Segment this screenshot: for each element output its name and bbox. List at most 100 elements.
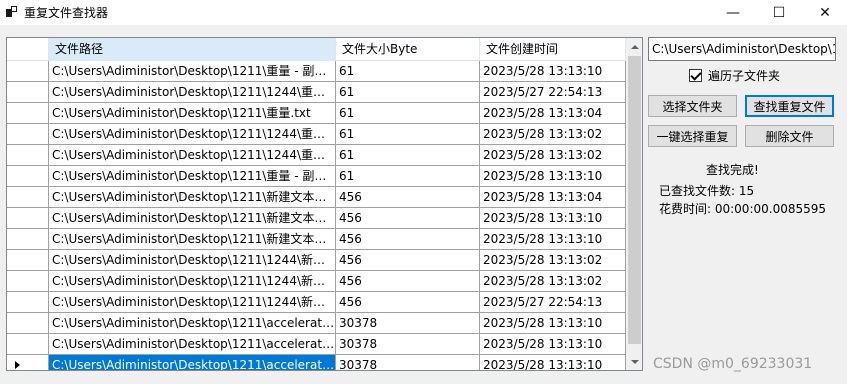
title-bar: 重复文件查找器 — ☐ ✕ bbox=[0, 0, 847, 25]
cell-size[interactable]: 456 bbox=[336, 250, 480, 270]
cell-created[interactable]: 2023/5/28 13:13:02 bbox=[480, 124, 626, 144]
table-row[interactable]: C:\Users\Adiministor\Desktop\1211\accele… bbox=[7, 334, 626, 355]
cell-path[interactable]: C:\Users\Adiministor\Desktop\1211\1244\重… bbox=[49, 124, 336, 144]
cell-path[interactable]: C:\Users\Adiministor\Desktop\1211\重量 - 副… bbox=[49, 61, 336, 81]
file-grid[interactable]: 文件路径 文件大小Byte 文件创建时间 C:\Users\Adiministo… bbox=[6, 37, 643, 371]
cell-created[interactable]: 2023/5/28 13:13:04 bbox=[480, 103, 626, 123]
cell-size[interactable]: 30378 bbox=[336, 313, 480, 333]
cell-size[interactable]: 61 bbox=[336, 61, 480, 81]
cell-path[interactable]: C:\Users\Adiministor\Desktop\1211\重量.txt bbox=[49, 103, 336, 123]
table-row[interactable]: C:\Users\Adiministor\Desktop\1211\1244\新… bbox=[7, 250, 626, 271]
cell-created[interactable]: 2023/5/28 13:13:04 bbox=[480, 187, 626, 207]
cell-path[interactable]: C:\Users\Adiministor\Desktop\1211\新建文本文档… bbox=[49, 187, 336, 207]
cell-created[interactable]: 2023/5/28 13:13:10 bbox=[480, 334, 626, 354]
column-header-path[interactable]: 文件路径 bbox=[49, 38, 336, 61]
cell-path[interactable]: C:\Users\Adiministor\Desktop\1211\新建文本文档… bbox=[49, 229, 336, 249]
cell-size[interactable]: 456 bbox=[336, 208, 480, 228]
cell-size[interactable]: 61 bbox=[336, 166, 480, 186]
cell-path[interactable]: C:\Users\Adiministor\Desktop\1211\accele… bbox=[49, 334, 336, 354]
cell-size[interactable]: 30378 bbox=[336, 355, 480, 370]
cell-path[interactable]: C:\Users\Adiministor\Desktop\1211\accele… bbox=[49, 355, 336, 370]
table-row[interactable]: C:\Users\Adiministor\Desktop\1211\新建文本文档… bbox=[7, 229, 626, 250]
row-header[interactable] bbox=[7, 250, 49, 270]
maximize-button[interactable]: ☐ bbox=[756, 0, 802, 25]
include-subfolders-checkbox[interactable] bbox=[689, 68, 702, 82]
close-button[interactable]: ✕ bbox=[802, 0, 847, 25]
cell-path[interactable]: C:\Users\Adiministor\Desktop\1211\重量 - 副… bbox=[49, 166, 336, 186]
scroll-down-button[interactable] bbox=[626, 353, 642, 370]
cell-created[interactable]: 2023/5/28 13:13:10 bbox=[480, 208, 626, 228]
select-duplicates-button[interactable]: 一键选择重复 bbox=[648, 125, 737, 147]
cell-path[interactable]: C:\Users\Adiministor\Desktop\1211\1244\新… bbox=[49, 250, 336, 270]
table-row[interactable]: C:\Users\Adiministor\Desktop\1211\1244\新… bbox=[7, 271, 626, 292]
row-header[interactable] bbox=[7, 124, 49, 144]
cell-path[interactable]: C:\Users\Adiministor\Desktop\1211\1244\重… bbox=[49, 145, 336, 165]
delete-files-button[interactable]: 删除文件 bbox=[745, 125, 834, 147]
row-header[interactable] bbox=[7, 145, 49, 165]
cell-path[interactable]: C:\Users\Adiministor\Desktop\1211\1244\新… bbox=[49, 292, 336, 312]
chevron-down-icon bbox=[630, 359, 639, 364]
files-found-count: 已查找文件数: 15 bbox=[659, 184, 755, 198]
row-header[interactable] bbox=[7, 355, 49, 370]
cell-path[interactable]: C:\Users\Adiministor\Desktop\1211\accele… bbox=[49, 313, 336, 333]
grid-body: 文件路径 文件大小Byte 文件创建时间 C:\Users\Adiministo… bbox=[7, 38, 626, 370]
cell-created[interactable]: 2023/5/28 13:13:10 bbox=[480, 61, 626, 81]
table-row[interactable]: C:\Users\Adiministor\Desktop\1211\1244\新… bbox=[7, 292, 626, 313]
cell-size[interactable]: 61 bbox=[336, 82, 480, 102]
cell-created[interactable]: 2023/5/28 13:13:10 bbox=[480, 355, 626, 370]
row-header[interactable] bbox=[7, 103, 49, 123]
row-header[interactable] bbox=[7, 61, 49, 81]
column-header-created[interactable]: 文件创建时间 bbox=[480, 38, 626, 61]
cell-created[interactable]: 2023/5/28 13:13:10 bbox=[480, 166, 626, 186]
table-row[interactable]: C:\Users\Adiministor\Desktop\1211\重量.txt… bbox=[7, 103, 626, 124]
cell-size[interactable]: 30378 bbox=[336, 334, 480, 354]
row-header[interactable] bbox=[7, 187, 49, 207]
table-row[interactable]: C:\Users\Adiministor\Desktop\1211\重量 - 副… bbox=[7, 166, 626, 187]
table-row[interactable]: C:\Users\Adiministor\Desktop\1211\新建文本文档… bbox=[7, 187, 626, 208]
row-header[interactable] bbox=[7, 229, 49, 249]
cell-created[interactable]: 2023/5/28 13:13:02 bbox=[480, 145, 626, 165]
minimize-button[interactable]: — bbox=[710, 0, 756, 25]
table-row[interactable]: C:\Users\Adiministor\Desktop\1211\accele… bbox=[7, 355, 626, 370]
table-row[interactable]: C:\Users\Adiministor\Desktop\1211\重量 - 副… bbox=[7, 61, 626, 82]
folder-path-input[interactable] bbox=[648, 37, 836, 61]
cell-size[interactable]: 456 bbox=[336, 187, 480, 207]
cell-created[interactable]: 2023/5/28 13:13:10 bbox=[480, 229, 626, 249]
table-row[interactable]: C:\Users\Adiministor\Desktop\1211\accele… bbox=[7, 313, 626, 334]
column-header-size[interactable]: 文件大小Byte bbox=[336, 38, 480, 61]
cell-path[interactable]: C:\Users\Adiministor\Desktop\1211\新建文本文档… bbox=[49, 208, 336, 228]
cell-size[interactable]: 61 bbox=[336, 103, 480, 123]
scroll-thumb[interactable] bbox=[628, 56, 641, 344]
cell-created[interactable]: 2023/5/28 13:13:10 bbox=[480, 313, 626, 333]
table-row[interactable]: C:\Users\Adiministor\Desktop\1211\1244\重… bbox=[7, 145, 626, 166]
find-duplicates-button[interactable]: 查找重复文件 bbox=[745, 95, 834, 117]
cell-created[interactable]: 2023/5/27 22:54:13 bbox=[480, 82, 626, 102]
row-header[interactable] bbox=[7, 82, 49, 102]
cell-created[interactable]: 2023/5/28 13:13:02 bbox=[480, 271, 626, 291]
cell-created[interactable]: 2023/5/28 13:13:02 bbox=[480, 250, 626, 270]
grid-rows: C:\Users\Adiministor\Desktop\1211\重量 - 副… bbox=[7, 61, 626, 370]
row-header[interactable] bbox=[7, 313, 49, 333]
row-header[interactable] bbox=[7, 166, 49, 186]
cell-size[interactable]: 61 bbox=[336, 145, 480, 165]
include-subfolders-label: 遍历子文件夹 bbox=[708, 68, 781, 83]
table-row[interactable]: C:\Users\Adiministor\Desktop\1211\1244\重… bbox=[7, 82, 626, 103]
cell-path[interactable]: C:\Users\Adiministor\Desktop\1211\1244\新… bbox=[49, 271, 336, 291]
row-header[interactable] bbox=[7, 208, 49, 228]
cell-size[interactable]: 456 bbox=[336, 271, 480, 291]
cell-size[interactable]: 61 bbox=[336, 124, 480, 144]
row-header[interactable] bbox=[7, 334, 49, 354]
scroll-up-button[interactable] bbox=[626, 38, 642, 55]
cell-size[interactable]: 456 bbox=[336, 292, 480, 312]
cell-size[interactable]: 456 bbox=[336, 229, 480, 249]
vertical-scrollbar[interactable] bbox=[626, 38, 642, 370]
row-header-corner[interactable] bbox=[7, 38, 49, 61]
cell-path[interactable]: C:\Users\Adiministor\Desktop\1211\1244\重… bbox=[49, 82, 336, 102]
cell-created[interactable]: 2023/5/27 22:54:13 bbox=[480, 292, 626, 312]
table-row[interactable]: C:\Users\Adiministor\Desktop\1211\新建文本文档… bbox=[7, 208, 626, 229]
include-subfolders-option[interactable]: 遍历子文件夹 bbox=[689, 67, 780, 83]
select-folder-button[interactable]: 选择文件夹 bbox=[648, 95, 737, 117]
row-header[interactable] bbox=[7, 271, 49, 291]
row-header[interactable] bbox=[7, 292, 49, 312]
table-row[interactable]: C:\Users\Adiministor\Desktop\1211\1244\重… bbox=[7, 124, 626, 145]
